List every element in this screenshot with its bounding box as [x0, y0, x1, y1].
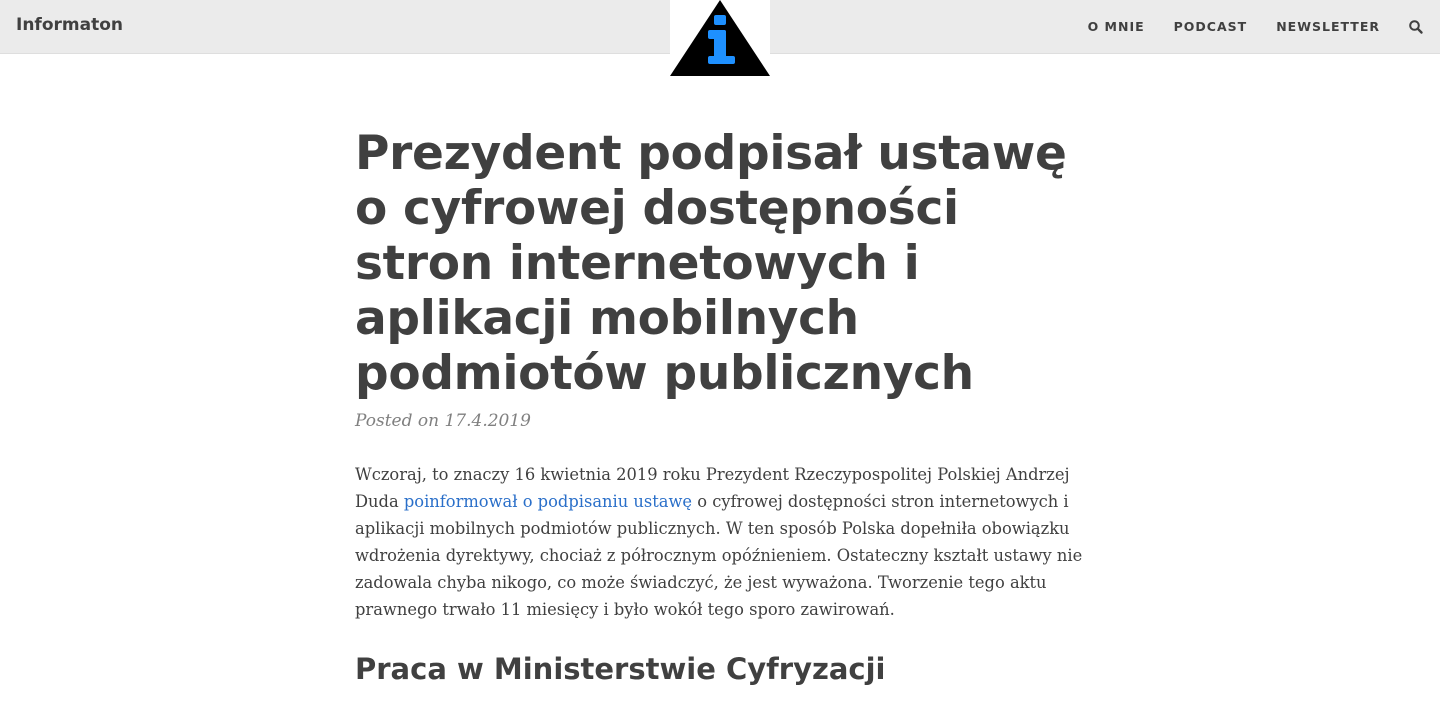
- article: Prezydent podpisał ustawę o cyfrowej dos…: [355, 126, 1095, 687]
- search-icon[interactable]: [1408, 19, 1424, 35]
- post-date: Posted on 17.4.2019: [355, 411, 531, 431]
- site-logo[interactable]: [670, 0, 770, 76]
- info-triangle-icon: [670, 0, 770, 76]
- article-intro-paragraph: Wczoraj, to znaczy 16 kwietnia 2019 roku…: [355, 461, 1090, 623]
- search-icon-graphic: [1409, 19, 1423, 34]
- nav-links: O MNIE PODCAST NEWSLETTER: [1059, 0, 1424, 53]
- intro-link[interactable]: poinformował o podpisaniu ustawę: [404, 492, 692, 511]
- nav-link-podcast[interactable]: PODCAST: [1174, 19, 1248, 34]
- section-heading: Praca w Ministerstwie Cyfryzacji: [355, 652, 886, 686]
- nav-link-newsletter[interactable]: NEWSLETTER: [1276, 19, 1380, 34]
- post-title: Prezydent podpisał ustawę o cyfrowej dos…: [355, 126, 1067, 401]
- brand-link[interactable]: Informaton: [16, 15, 123, 35]
- nav-link-o-mnie[interactable]: O MNIE: [1088, 19, 1145, 34]
- intro-text-after: o cyfrowej dostępności stron internetowy…: [355, 492, 1083, 619]
